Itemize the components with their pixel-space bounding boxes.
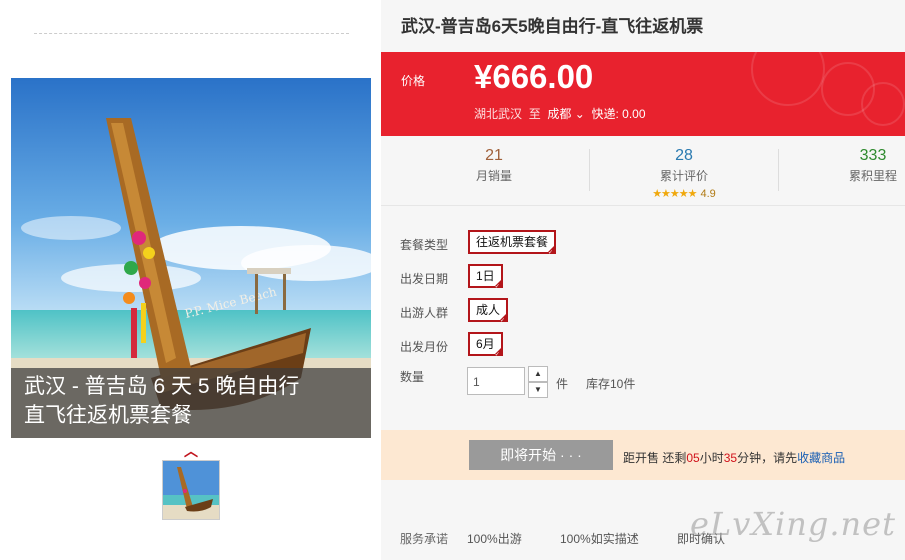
shipping-info: 湖北武汉 至 成都 ⌄ 快递: 0.00 xyxy=(474,105,646,122)
minutes-unit: 分钟，请先 xyxy=(737,451,798,465)
stat-monthly-sales: 21 月销量 xyxy=(434,147,554,184)
star-rating-icon: ★★★★★ xyxy=(652,188,697,200)
to-label: 至 xyxy=(528,107,541,121)
traveler-label: 出游人群 xyxy=(400,306,449,320)
favorite-link[interactable]: 收藏商品 xyxy=(797,451,845,465)
divider xyxy=(589,149,590,191)
price-box: 价格 ¥666.00 湖北武汉 至 成都 ⌄ 快递: 0.00 xyxy=(381,52,905,136)
thumbnail-boat-image xyxy=(163,461,219,519)
departure-month-option[interactable]: 6月 xyxy=(468,332,503,365)
monthly-sales-label: 月销量 xyxy=(475,169,512,183)
price-value: ¥666.00 xyxy=(474,58,594,95)
package-type-value: 往返机票套餐 xyxy=(476,235,549,249)
departure-date-value: 1日 xyxy=(476,269,495,283)
service-item: 100%如实描述 xyxy=(560,532,639,546)
reviews-label: 累计评价 xyxy=(659,169,708,183)
mileage-label: 累积里程 xyxy=(848,169,897,183)
hours-unit: 小时 xyxy=(699,451,724,465)
product-title: 武汉-普吉岛6天5晚自由行-直飞往返机票 xyxy=(401,17,704,36)
chevron-down-icon: ⌄ xyxy=(574,107,585,121)
gallery-panel: P.P. Mice Beach 武汉 - 普吉岛 6 天 5 晚自由行 直飞往返… xyxy=(0,0,380,560)
selected-check-icon xyxy=(547,243,556,263)
decor-circle xyxy=(751,52,825,106)
departure-date-option[interactable]: 1日 xyxy=(468,264,503,297)
destination-value: 成都 xyxy=(547,107,572,121)
reviews-value: 28 xyxy=(675,147,693,164)
countdown-prefix: 距开售 还剩 xyxy=(623,451,687,465)
selected-check-icon xyxy=(493,277,502,297)
departure-month-label: 出发月份 xyxy=(400,340,449,354)
traveler-value: 成人 xyxy=(476,303,501,317)
origin: 湖北武汉 xyxy=(474,107,523,121)
divider xyxy=(34,33,349,34)
stock-info: 库存10件 xyxy=(586,377,636,391)
sale-countdown-bar: 即将开始 · · · 距开售 还剩05小时35分钟，请先收藏商品 xyxy=(381,430,905,480)
quantity-increase-button[interactable]: ▲ xyxy=(528,366,548,382)
thumbnail-image[interactable] xyxy=(162,460,220,520)
service-label: 服务承诺 xyxy=(400,532,449,546)
rating-score: 4.9 xyxy=(700,188,716,200)
service-item: 100%出游 xyxy=(467,532,522,546)
main-product-image[interactable]: P.P. Mice Beach 武汉 - 普吉岛 6 天 5 晚自由行 直飞往返… xyxy=(11,78,371,438)
stat-mileage: 333 累积里程 xyxy=(813,147,905,184)
departure-month-value: 6月 xyxy=(476,337,495,351)
countdown-minutes: 35 xyxy=(723,451,738,465)
decor-circle xyxy=(861,82,905,126)
coming-soon-button[interactable]: 即将开始 · · · xyxy=(469,440,613,470)
monthly-sales-value: 21 xyxy=(485,147,503,164)
chevron-up-icon[interactable]: ︿ xyxy=(184,441,198,461)
shipping-label: 快递: xyxy=(591,107,619,121)
package-type-label: 套餐类型 xyxy=(400,238,449,252)
quantity-input[interactable]: 1 xyxy=(467,367,525,395)
price-label: 价格 xyxy=(401,74,426,88)
quantity-unit: 件 xyxy=(556,377,569,391)
image-caption: 武汉 - 普吉岛 6 天 5 晚自由行 直飞往返机票套餐 xyxy=(11,368,371,438)
image-caption-line2: 直飞往返机票套餐 xyxy=(24,404,192,427)
traveler-option[interactable]: 成人 xyxy=(468,298,509,331)
selected-check-icon xyxy=(499,311,508,331)
selected-check-icon xyxy=(493,345,502,365)
image-caption-line1: 武汉 - 普吉岛 6 天 5 晚自由行 xyxy=(24,375,300,398)
stat-reviews[interactable]: 28 累计评价 ★★★★★ 4.9 xyxy=(624,147,744,202)
divider xyxy=(778,149,779,191)
shipping-value: 0.00 xyxy=(622,107,646,121)
quantity-decrease-button[interactable]: ▼ xyxy=(528,382,548,398)
departure-date-label: 出发日期 xyxy=(400,272,449,286)
countdown-text: 距开售 还剩05小时35分钟，请先收藏商品 xyxy=(623,449,845,466)
details-panel: 武汉-普吉岛6天5晚自由行-直飞往返机票 价格 ¥666.00 湖北武汉 至 成… xyxy=(381,0,905,560)
quantity-label: 数量 xyxy=(400,370,425,384)
stats-bar: 21 月销量 28 累计评价 ★★★★★ 4.9 333 累积里程 xyxy=(381,137,905,206)
package-type-option[interactable]: 往返机票套餐 xyxy=(468,230,557,263)
destination-select[interactable]: 成都 ⌄ xyxy=(547,107,584,121)
mileage-value: 333 xyxy=(859,147,887,164)
watermark: eLvXing.net xyxy=(690,505,896,543)
countdown-hours: 05 xyxy=(686,451,700,465)
